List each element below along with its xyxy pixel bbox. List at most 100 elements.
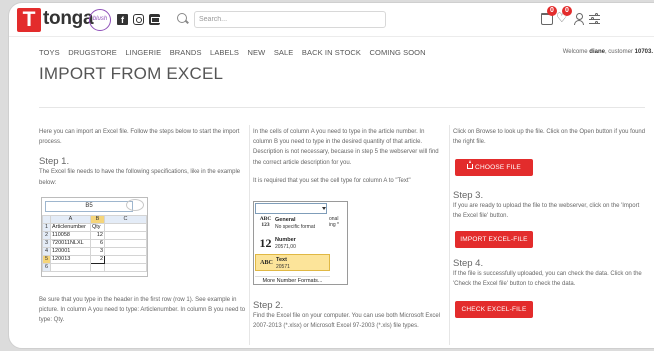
format-option-sample: 20571,00 <box>275 244 296 250</box>
excel-example-image: B5 A B C 1 Articlenumber Qty 2 110058 12 <box>41 197 148 277</box>
step2-text: Find the Excel file on your computer. Yo… <box>253 313 441 330</box>
customer-name: diane <box>589 49 605 55</box>
logo-mark[interactable]: T <box>17 8 41 32</box>
instagram-icon[interactable] <box>133 14 144 25</box>
excel-cell <box>104 247 147 256</box>
excel-row-header: 5 <box>42 255 51 264</box>
format-option-name: General <box>275 217 296 223</box>
format-option-name: Number <box>275 237 296 243</box>
blush-logo[interactable]: blush <box>89 9 111 31</box>
excel-row-header: 6 <box>42 263 51 272</box>
excel-cell: 3 <box>90 247 105 256</box>
excel-cell: 120001 <box>50 247 91 256</box>
cell-type-requirement: It is required that you set the cell typ… <box>253 177 411 184</box>
excel-row-header: 3 <box>42 239 51 248</box>
video-icon[interactable] <box>149 14 160 25</box>
nav-item-drugstore[interactable]: DRUGSTORE <box>68 48 117 60</box>
excel-row: 6 <box>42 263 147 272</box>
column-step2-footer: Step 2. Find the Excel file on your comp… <box>253 301 445 331</box>
nav-item-new[interactable]: NEW <box>248 48 266 60</box>
nav-item-labels[interactable]: LABELS <box>210 48 239 60</box>
header-instructions-text: Be sure that you type in the header in t… <box>39 297 246 324</box>
search-input[interactable] <box>194 11 386 28</box>
format-dropdown-field <box>255 203 327 214</box>
facebook-icon[interactable]: f <box>117 14 128 25</box>
excel-col-header: B <box>90 215 105 224</box>
nav-item-lingerie[interactable]: LINGERIE <box>125 48 161 60</box>
page-title: IMPORT FROM EXCEL <box>39 64 224 83</box>
excel-cell: 110058 <box>50 231 91 240</box>
excel-cell <box>104 223 147 232</box>
browse-instructions: Click on Browse to look up the file. Cli… <box>453 129 646 146</box>
choose-file-label: CHOOSE FILE <box>475 164 521 171</box>
nav-item-brands[interactable]: BRANDS <box>170 48 202 60</box>
format-option-name: Text <box>276 257 287 263</box>
page-frame: T tonga blush f 0 0 TOYS DRUGSTORE LINGE… <box>8 2 654 349</box>
excel-cell <box>104 263 147 272</box>
excel-grid: A B C 1 Articlenumber Qty 2 110058 12 3 … <box>42 215 147 272</box>
step3-text: If you are ready to upload the file to t… <box>453 203 640 220</box>
nav-item-sale[interactable]: SALE <box>274 48 294 60</box>
excel-cell <box>50 263 91 272</box>
excel-row: 3 720011NLXL 6 <box>42 239 147 248</box>
excel-cell: 720011NLXL <box>50 239 91 248</box>
account-icon[interactable] <box>573 13 585 25</box>
column-step1: Here you can import an Excel file. Follo… <box>39 127 247 188</box>
excel-row: 2 110058 12 <box>42 231 147 240</box>
nav-item-toys[interactable]: TOYS <box>39 48 60 60</box>
column-step3: Click on Browse to look up the file. Cli… <box>453 127 649 147</box>
excel-cell: 120013 <box>50 255 91 264</box>
import-excel-file-button[interactable]: IMPORT EXCEL-FILE <box>455 231 533 248</box>
format-option-text-highlighted: ABC Text 20571 <box>255 254 330 271</box>
excel-row-header: 4 <box>42 247 51 256</box>
settings-sliders-icon[interactable] <box>589 13 601 25</box>
excel-row: 4 120001 3 <box>42 247 147 256</box>
nav-item-coming-soon[interactable]: COMING SOON <box>370 48 426 60</box>
excel-cell-reference: B5 <box>45 201 133 212</box>
excel-cell: 12 <box>90 231 105 240</box>
more-number-formats: More Number Formats... <box>255 276 330 284</box>
upload-icon <box>467 160 474 169</box>
check-excel-file-button[interactable]: CHECK EXCEL-FILE <box>455 301 533 318</box>
excel-cell <box>90 263 105 272</box>
number-format-menu-image: onal ing * ABC 123 General No specific f… <box>253 201 348 285</box>
format-side-label: ing * <box>329 222 340 228</box>
excel-cell: Qty <box>90 223 105 232</box>
excel-row: 1 Articlenumber Qty <box>42 223 147 232</box>
excel-selected-cell: 2 <box>90 255 105 264</box>
excel-col-header <box>42 215 51 224</box>
excel-col-header: A <box>50 215 91 224</box>
step3-title: Step 3. <box>453 190 484 201</box>
column-step4: Step 4. If the file is successfully uplo… <box>453 259 649 289</box>
choose-file-button[interactable]: CHOOSE FILE <box>455 159 533 176</box>
title-divider <box>39 107 645 108</box>
text-format-icon: ABC <box>260 260 273 266</box>
excel-col-header: C <box>104 215 147 224</box>
excel-cell <box>104 231 147 240</box>
general-format-icon: ABC 123 <box>259 216 272 228</box>
intro-text: Here you can import an Excel file. Follo… <box>39 129 240 146</box>
welcome-mid: , customer <box>604 49 635 55</box>
step4-text: If the file is successfully uploaded, yo… <box>453 271 642 288</box>
column-step2: In the cells of column A you need to typ… <box>253 127 445 186</box>
format-option-general: ABC 123 General No specific format <box>255 215 330 232</box>
format-option-sample: No specific format <box>275 224 316 230</box>
customer-number: 10703. <box>634 49 653 55</box>
excel-cell <box>104 255 147 264</box>
excel-cell <box>104 239 147 248</box>
main-nav: TOYS DRUGSTORE LINGERIE BRANDS LABELS NE… <box>39 48 434 60</box>
column-step1-footer: Be sure that you type in the header in t… <box>39 295 247 326</box>
wishlist-count-badge: 0 <box>562 6 572 16</box>
format-option-number: 12 Number 20571,00 <box>255 235 330 252</box>
logo-wordmark[interactable]: tonga <box>43 8 94 30</box>
column-step3-text: Step 3. If you are ready to upload the f… <box>453 191 649 221</box>
step1-text: The Excel file needs to have the followi… <box>39 169 241 186</box>
column-a-instructions: In the cells of column A you need to typ… <box>253 129 439 166</box>
column-divider <box>249 125 250 345</box>
format-option-sample: 20571 <box>276 264 290 270</box>
chevron-down-icon <box>322 207 326 210</box>
excel-highlight-oval <box>126 199 144 211</box>
welcome-message: Welcome diane, customer 10703. <box>563 49 653 55</box>
welcome-prefix: Welcome <box>562 49 590 55</box>
nav-item-back-in-stock[interactable]: BACK IN STOCK <box>302 48 361 60</box>
